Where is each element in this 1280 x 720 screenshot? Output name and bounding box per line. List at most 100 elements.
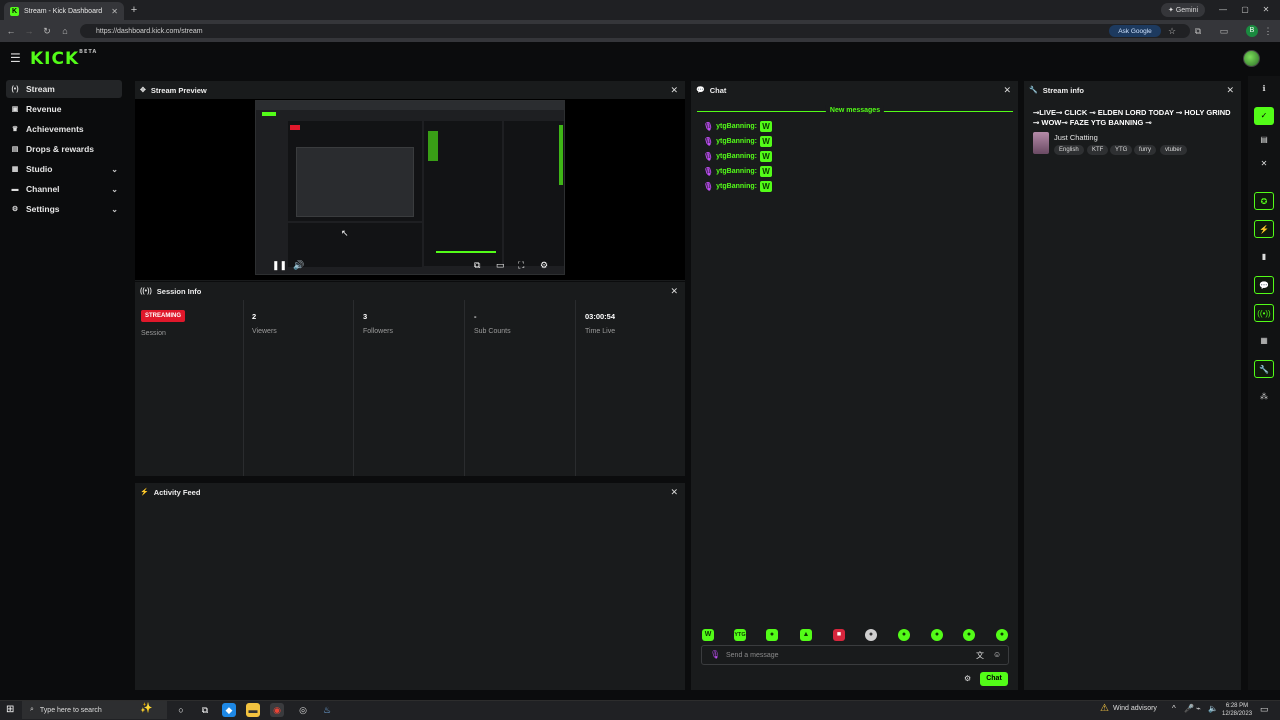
copilot-sparkle-icon[interactable]: ✨ [140, 703, 152, 714]
send-chat-button[interactable]: Chat [980, 672, 1008, 686]
sidebar-item-drops-rewards[interactable]: ▤ Drops & rewards [6, 140, 122, 158]
home-icon[interactable]: ⌂ [58, 24, 72, 38]
integrations-icon[interactable]: ⁂ [1254, 388, 1274, 406]
gemini-button[interactable]: ✦ Gemini [1161, 3, 1205, 17]
close-rail-icon[interactable]: ✕ [1254, 155, 1274, 173]
sidepanel-icon[interactable]: ▭ [1218, 25, 1230, 37]
maximize-button[interactable]: ▢ [1238, 3, 1252, 17]
emote-button[interactable]: ● [766, 629, 778, 641]
stream-tag[interactable]: furry [1134, 145, 1156, 155]
info-icon[interactable]: ℹ [1254, 80, 1274, 98]
broadcast-toggle-icon[interactable]: ((•)) [1254, 304, 1274, 322]
chat-message[interactable]: 🎙 ytgBanning: W [703, 180, 772, 192]
chat-message[interactable]: 🎙 ytgBanning: W [703, 120, 772, 132]
theater-mode-icon[interactable]: ▭ [496, 260, 505, 270]
sidebar-item-stream[interactable]: (•) Stream [6, 80, 122, 98]
stream-tag[interactable]: KTF [1087, 145, 1109, 155]
pause-icon[interactable]: ❚❚ [272, 260, 287, 270]
chat-username[interactable]: ytgBanning: [716, 168, 757, 175]
microphone-icon[interactable]: 🎤 [1184, 704, 1194, 713]
emoji-icon[interactable]: ☺ [993, 650, 1001, 659]
emote-button[interactable]: W [702, 629, 714, 641]
address-bar[interactable]: https://dashboard.kick.com/stream [80, 24, 1190, 38]
checkmark-icon[interactable]: ✓ [1254, 107, 1274, 125]
windows-start-icon[interactable]: ⊞ [6, 704, 14, 715]
reload-icon[interactable]: ↻ [40, 24, 54, 38]
video-settings-icon[interactable]: ⚙ [540, 260, 548, 270]
emote-button[interactable]: ● [996, 629, 1008, 641]
chat-username[interactable]: ytgBanning: [716, 183, 757, 190]
obs-icon[interactable]: ◎ [296, 703, 310, 717]
chat-message[interactable]: 🎙 ytgBanning: W [703, 165, 772, 177]
sidebar-item-revenue[interactable]: ▣ Revenue [6, 100, 122, 118]
close-tab-icon[interactable]: ✕ [111, 7, 118, 16]
chat-username[interactable]: ytgBanning: [716, 123, 757, 130]
tray-chevron-icon[interactable]: ^ [1172, 704, 1176, 713]
mod-tools-icon[interactable]: ✪ [1254, 192, 1274, 210]
emote-button[interactable]: ■ [833, 629, 845, 641]
panels-icon[interactable]: ▦ [1254, 332, 1274, 350]
task-view-icon[interactable]: ⧉ [198, 703, 212, 717]
user-avatar[interactable] [1243, 50, 1260, 67]
kick-logo[interactable]: KICKBETA [30, 49, 97, 69]
new-messages-divider[interactable]: New messages [697, 105, 1013, 117]
close-icon[interactable]: ✕ [670, 487, 678, 497]
close-icon[interactable]: ✕ [670, 286, 678, 296]
emote-button[interactable]: ● [931, 629, 943, 641]
minimize-button[interactable]: — [1216, 3, 1230, 17]
sidebar-item-channel[interactable]: ▬ Channel ⌄ [6, 180, 122, 198]
drag-handle-icon[interactable]: ✥ [140, 86, 146, 94]
chat-message[interactable]: 🎙 ytgBanning: W [703, 135, 772, 147]
browser-menu-icon[interactable]: ⋮ [1262, 25, 1274, 37]
cortana-icon[interactable]: ○ [174, 703, 188, 717]
ask-google-button[interactable]: Ask Google [1109, 25, 1161, 37]
layout-icon[interactable]: ▤ [1254, 131, 1274, 149]
steam-icon[interactable]: ♨ [320, 703, 334, 717]
chat-message-input[interactable]: 🎙 Send a message 文 ☺ [701, 645, 1009, 665]
fullscreen-icon[interactable]: ⛶ [518, 260, 524, 270]
extensions-icon[interactable]: ⧉ [1192, 25, 1204, 37]
chat-username[interactable]: ytgBanning: [716, 138, 757, 145]
close-icon[interactable]: ✕ [670, 85, 678, 95]
browser-tab[interactable]: K Stream - Kick Dashboard ✕ [4, 2, 124, 20]
stream-tag[interactable]: English [1054, 145, 1084, 155]
chat-username[interactable]: ytgBanning: [716, 153, 757, 160]
emote-button[interactable]: YTG [734, 629, 746, 641]
hamburger-menu-icon[interactable]: ☰ [10, 52, 22, 64]
emote-button[interactable]: ● [865, 629, 877, 641]
new-tab-button[interactable]: + [128, 4, 140, 16]
volume-icon[interactable]: 🔊 [293, 260, 304, 270]
sidebar-item-achievements[interactable]: ♛ Achievements [6, 120, 122, 138]
clipboard-icon[interactable]: ▮ [1254, 248, 1274, 266]
forward-icon[interactable]: → [22, 24, 36, 38]
stream-category[interactable]: Just Chatting [1054, 133, 1098, 142]
copilot-app-icon[interactable]: ◆ [222, 703, 236, 717]
speaker-icon[interactable]: 🔈 [1208, 704, 1218, 713]
pip-icon[interactable]: ⧉ [474, 260, 480, 270]
emote-button[interactable]: ● [898, 629, 910, 641]
emote-button[interactable]: ▲ [800, 629, 812, 641]
browser-profile-avatar[interactable]: B [1246, 25, 1258, 37]
sidebar-item-studio[interactable]: ▦ Studio ⌄ [6, 160, 122, 178]
sidebar-item-settings[interactable]: ⚙ Settings ⌄ [6, 200, 122, 218]
window-close-button[interactable]: ✕ [1259, 3, 1273, 17]
close-icon[interactable]: ✕ [1003, 85, 1011, 95]
stream-tag[interactable]: vtuber [1160, 145, 1187, 155]
stream-tag[interactable]: YTG [1110, 145, 1133, 155]
notifications-icon[interactable]: ▭ [1260, 704, 1269, 715]
taskbar-clock[interactable]: 6:28 PM 12/28/2023 [1222, 702, 1252, 718]
emote-button[interactable]: ● [963, 629, 975, 641]
back-icon[interactable]: ← [4, 24, 18, 38]
chat-settings-icon[interactable]: ⚙ [964, 674, 971, 683]
bookmark-star-icon[interactable]: ☆ [1166, 25, 1178, 37]
file-explorer-icon[interactable]: ▬ [246, 703, 260, 717]
weather-widget[interactable]: ⚠ Wind advisory [1100, 703, 1157, 714]
network-icon[interactable]: ⌁ [1196, 704, 1201, 713]
stream-video-player[interactable]: ❚❚ 🔊 ⧉ ▭ ⛶ ⚙ [255, 100, 565, 275]
chrome-icon[interactable]: ◉ [270, 703, 284, 717]
chat-toggle-icon[interactable]: 💬 [1254, 276, 1274, 294]
chat-message[interactable]: 🎙 ytgBanning: W [703, 150, 772, 162]
quick-action-icon[interactable]: ⚡ [1254, 220, 1274, 238]
translate-icon[interactable]: 文 [976, 650, 984, 661]
settings-wrench-icon[interactable]: 🔧 [1254, 360, 1274, 378]
